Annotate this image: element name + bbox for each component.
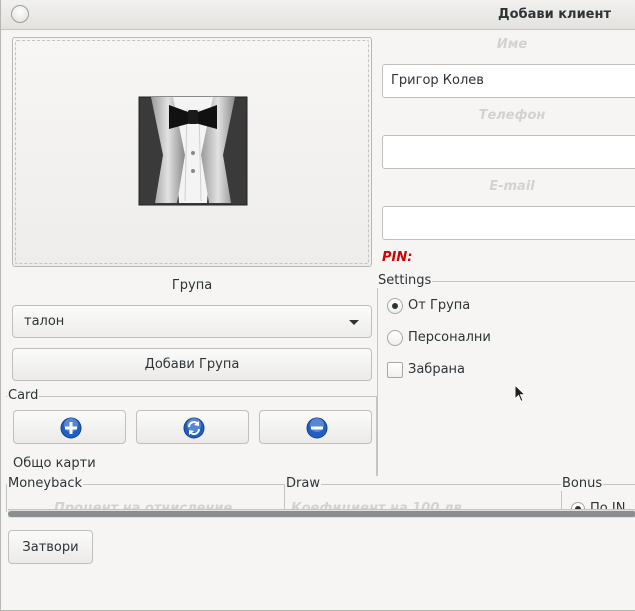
phone-field[interactable] [382,135,635,169]
mouse-pointer-icon [514,384,526,403]
settings-frame-label: Settings [377,273,433,288]
bonus-frame-label: Bonus [561,476,604,491]
draw-frame-label: Draw [285,476,321,491]
close-button[interactable]: Затвори [8,530,93,564]
add-card-button[interactable] [13,410,126,444]
tuxedo-icon [138,96,248,206]
card-frame-label: Card [7,388,40,403]
group-select[interactable]: талон [12,305,372,338]
plus-circle-icon [60,417,82,439]
from-group-radio[interactable] [387,298,403,314]
name-input[interactable] [391,73,631,88]
add-client-window: Добави клиент Група талон Добави Група C… [0,0,635,611]
horizontal-scrollbar[interactable] [8,509,635,518]
minus-circle-icon [306,417,328,439]
email-input[interactable] [391,215,631,230]
banned-label[interactable]: Забрана [408,362,465,377]
titlebar: Добави клиент [1,0,635,30]
email-header: E-mail [489,179,535,194]
avatar-image-button[interactable] [12,37,372,267]
name-field[interactable] [382,64,635,98]
refresh-circle-icon [183,417,205,439]
phone-input[interactable] [391,144,631,159]
name-header: Име [496,37,528,52]
email-field[interactable] [382,206,635,240]
moneyback-percent-header: Процент на отчисление [54,501,233,509]
refresh-card-button[interactable] [136,410,249,444]
draw-coefficient-header: Коефициент на 100 лв [291,501,462,509]
total-cards-label: Общо карти [13,456,96,471]
chevron-down-icon [349,320,359,325]
group-label: Група [171,278,213,293]
banned-checkbox[interactable] [387,362,403,378]
phone-header: Телефон [478,108,546,123]
group-select-value: талон [24,314,65,329]
window-close-icon[interactable] [11,5,29,23]
add-group-button[interactable]: Добави Група [12,348,372,381]
personal-label[interactable]: Персонални [408,330,491,345]
moneyback-frame-label: Moneyback [7,476,83,491]
bonus-in-label[interactable]: По IN [590,500,635,509]
remove-card-button[interactable] [259,410,372,444]
scrollbar-thumb[interactable] [8,511,635,517]
pin-label: PIN: [382,250,413,265]
personal-radio[interactable] [387,330,403,346]
from-group-label[interactable]: От Група [408,298,470,313]
window-title: Добави клиент [498,7,612,22]
